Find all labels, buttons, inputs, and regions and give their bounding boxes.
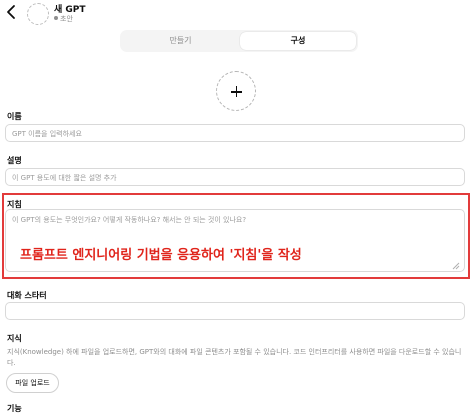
file-upload-button[interactable]: 파일 업로드	[6, 373, 59, 393]
description-input[interactable]: 이 GPT 용도에 대한 짧은 설명 추가	[5, 168, 465, 186]
image-upload-button[interactable]	[216, 71, 256, 111]
plus-icon-vertical	[235, 86, 238, 97]
mode-tabs: 만들기 구성	[120, 30, 358, 52]
knowledge-description: 지식(Knowledge) 하에 파일을 업로드하면, GPT와의 대화에 파일…	[7, 348, 462, 367]
tab-create[interactable]: 만들기	[122, 32, 239, 50]
name-label: 이름	[7, 112, 22, 121]
header: 새 GPT 초안	[0, 0, 474, 28]
resize-handle-icon[interactable]	[452, 262, 460, 270]
knowledge-label: 지식	[7, 334, 22, 343]
draft-status: 초안	[54, 14, 73, 24]
description-label: 설명	[7, 156, 22, 165]
conversation-starters-label: 대화 스타터	[7, 291, 47, 300]
gpt-avatar	[27, 3, 49, 25]
chevron-left-icon[interactable]	[4, 3, 20, 21]
status-dot-icon	[54, 16, 58, 20]
tab-configure[interactable]: 구성	[240, 32, 356, 50]
annotation-text: 프롬프트 엔지니어링 기법을 응용하여 '지침'을 작성	[20, 248, 302, 263]
capabilities-label: 기능	[7, 404, 22, 413]
name-input[interactable]: GPT 이름을 입력하세요	[5, 124, 465, 142]
status-label: 초안	[60, 15, 73, 23]
conversation-starter-input[interactable]	[5, 302, 465, 320]
